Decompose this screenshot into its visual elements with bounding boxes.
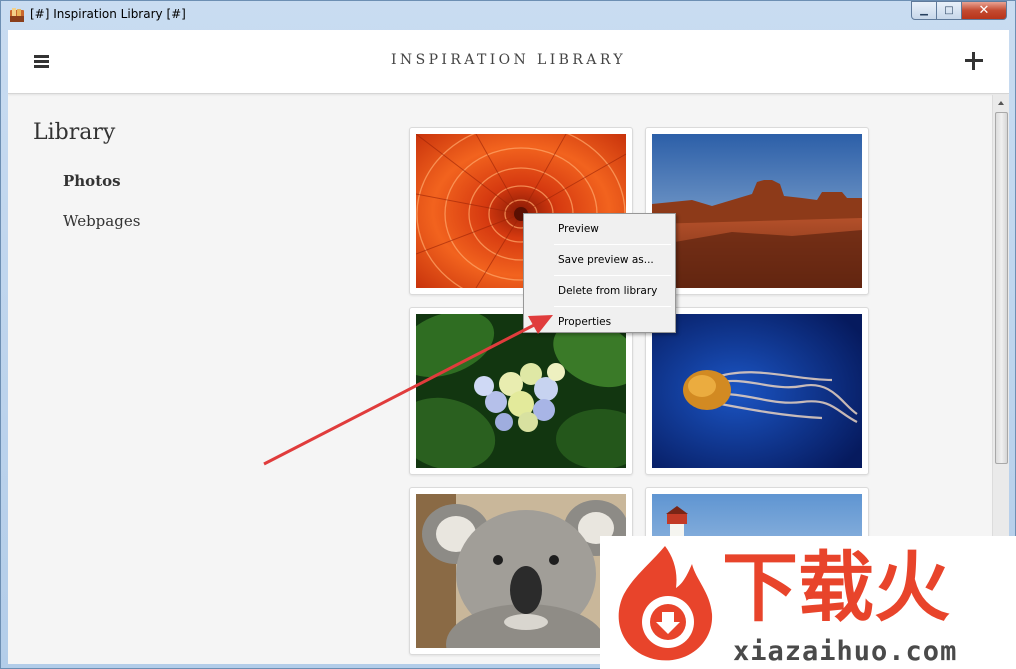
photo-jellyfish: [652, 314, 862, 468]
watermark: 下载火 xiazaihuo.com: [600, 536, 1016, 669]
plus-icon[interactable]: [965, 52, 983, 70]
watermark-logo-icon: [618, 546, 713, 661]
close-icon: ✕: [978, 3, 990, 18]
sidebar-heading: Library: [33, 120, 116, 145]
minimize-icon: ▁: [920, 5, 928, 16]
photo-card-desert[interactable]: [645, 127, 869, 295]
sidebar-item-photos[interactable]: Photos: [63, 172, 121, 190]
app-icon: [10, 8, 24, 22]
close-button[interactable]: ✕: [962, 1, 1007, 20]
scroll-thumb[interactable]: [995, 112, 1008, 464]
photo-hydrangea: [416, 314, 626, 468]
minimize-button[interactable]: ▁: [911, 1, 937, 20]
watermark-text: 下载火: [722, 543, 950, 632]
sidebar-item-webpages[interactable]: Webpages: [63, 212, 140, 230]
page-title: INSPIRATION LIBRARY: [391, 52, 626, 68]
menu-item-save-preview[interactable]: Save preview as...: [526, 247, 673, 273]
window-title: [#] Inspiration Library [#]: [30, 7, 186, 21]
menu-item-preview[interactable]: Preview: [526, 216, 673, 242]
maximize-icon: □: [944, 5, 954, 16]
photo-card-jellyfish[interactable]: [645, 307, 869, 475]
menu-separator: [554, 275, 671, 276]
app-header: INSPIRATION LIBRARY: [8, 30, 1009, 94]
photo-desert: [652, 134, 862, 288]
title-bar[interactable]: [#] Inspiration Library [#] ▁ □ ✕: [1, 1, 1015, 29]
maximize-button[interactable]: □: [937, 1, 962, 20]
menu-item-delete[interactable]: Delete from library: [526, 278, 673, 304]
scroll-up-icon[interactable]: [993, 95, 1009, 111]
watermark-url: xiazaihuo.com: [733, 636, 958, 667]
photo-koala: [416, 494, 626, 648]
context-menu: Preview Save preview as... Delete from l…: [523, 213, 676, 333]
menu-item-properties[interactable]: Properties: [526, 309, 673, 335]
menu-separator: [554, 306, 671, 307]
menu-separator: [554, 244, 671, 245]
